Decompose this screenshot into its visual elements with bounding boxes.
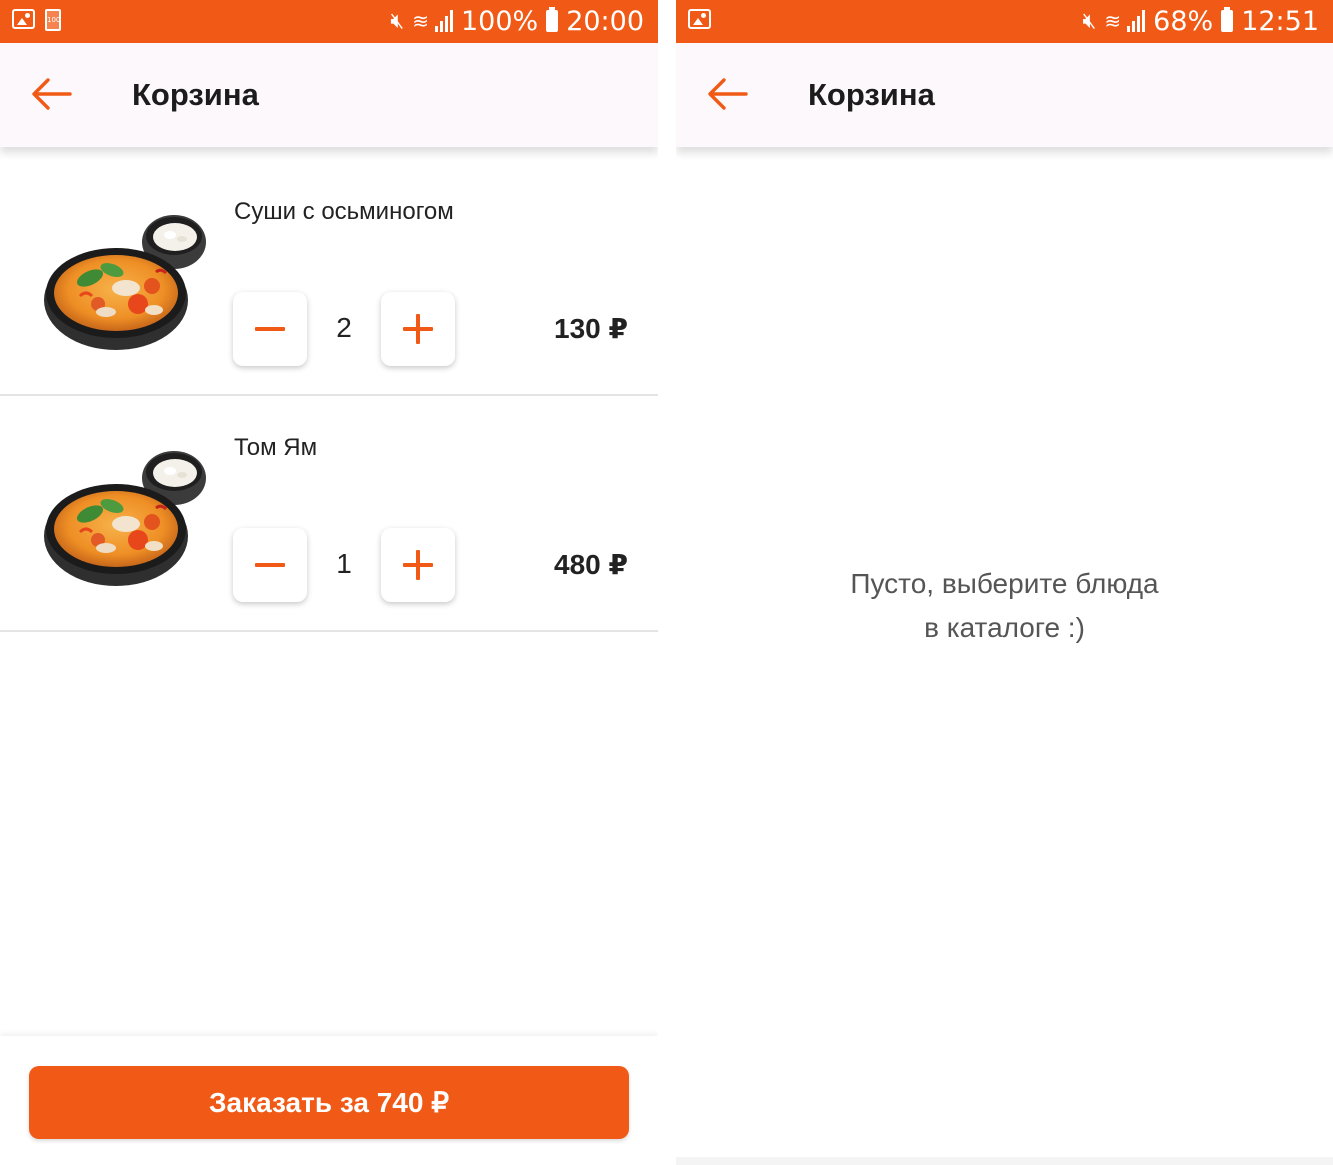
battery-badge-label: 100 (47, 16, 61, 24)
battery-percent: 68% (1153, 5, 1214, 37)
wifi-icon: ≋ (1104, 9, 1121, 33)
decrease-quantity-button[interactable] (233, 292, 307, 366)
item-quantity: 1 (336, 548, 352, 579)
empty-cart-message: Пусто, выберите блюда в каталоге :) (676, 562, 1333, 650)
bottom-divider (676, 1157, 1333, 1165)
item-quantity: 2 (336, 312, 352, 343)
notification-icons: 100 (12, 9, 61, 31)
screenshot-stage: 100 🔇︎ ≋ 100% 20:00 Корзина Суши с осьми… (0, 0, 1333, 1165)
back-button[interactable] (30, 77, 72, 111)
clock: 12:51 (1241, 5, 1319, 37)
increase-quantity-button[interactable] (381, 292, 455, 366)
battery-percent: 100% (460, 5, 539, 37)
cart-item: Том Ям 1 480 ₽ (0, 396, 658, 632)
decrease-quantity-button[interactable] (233, 528, 307, 602)
battery-icon (1221, 7, 1234, 32)
empty-message-line-1: Пусто, выберите блюда (850, 568, 1159, 599)
order-button[interactable]: Заказать за 740 ₽ (29, 1066, 629, 1139)
dish-image (42, 436, 208, 590)
cart-screen-filled: 100 🔇︎ ≋ 100% 20:00 Корзина Суши с осьми… (0, 0, 658, 1165)
wifi-icon: ≋ (412, 9, 429, 33)
signal-icon (434, 10, 453, 32)
notification-icons (688, 9, 711, 29)
system-indicators: 🔇︎ ≋ 100% 20:00 (390, 4, 644, 38)
mute-icon: 🔇︎ (1082, 8, 1097, 34)
cart-item: Суши с осьминогом 2 130 ₽ (0, 160, 658, 396)
image-notification-icon (688, 9, 711, 29)
back-button[interactable] (706, 77, 748, 111)
empty-message-line-2: в каталоге :) (924, 612, 1085, 643)
item-price: 130 ₽ (554, 313, 628, 344)
arrow-left-icon (706, 77, 748, 111)
image-notification-icon (12, 9, 35, 29)
item-name: Том Ям (234, 434, 318, 461)
app-bar: Корзина (0, 43, 658, 147)
signal-icon (1127, 10, 1146, 32)
status-bar: 🔇︎ ≋ 68% 12:51 (676, 0, 1333, 43)
item-name: Суши с осьминогом (234, 198, 454, 225)
increase-quantity-button[interactable] (381, 528, 455, 602)
item-price: 480 ₽ (554, 549, 628, 580)
app-bar: Корзина (676, 43, 1333, 147)
cart-screen-empty: 🔇︎ ≋ 68% 12:51 Корзина Пусто, выберите б… (676, 0, 1333, 1165)
battery-full-notification-icon: 100 (45, 9, 61, 31)
status-bar: 100 🔇︎ ≋ 100% 20:00 (0, 0, 658, 43)
arrow-left-icon (30, 77, 72, 111)
clock: 20:00 (566, 5, 644, 37)
battery-icon (546, 7, 559, 32)
system-indicators: 🔇︎ ≋ 68% 12:51 (1083, 4, 1319, 38)
dish-image (42, 200, 208, 354)
page-title: Корзина (808, 77, 935, 112)
page-title: Корзина (132, 77, 259, 112)
order-bar: Заказать за 740 ₽ (0, 1036, 658, 1165)
mute-icon: 🔇︎ (390, 8, 405, 34)
